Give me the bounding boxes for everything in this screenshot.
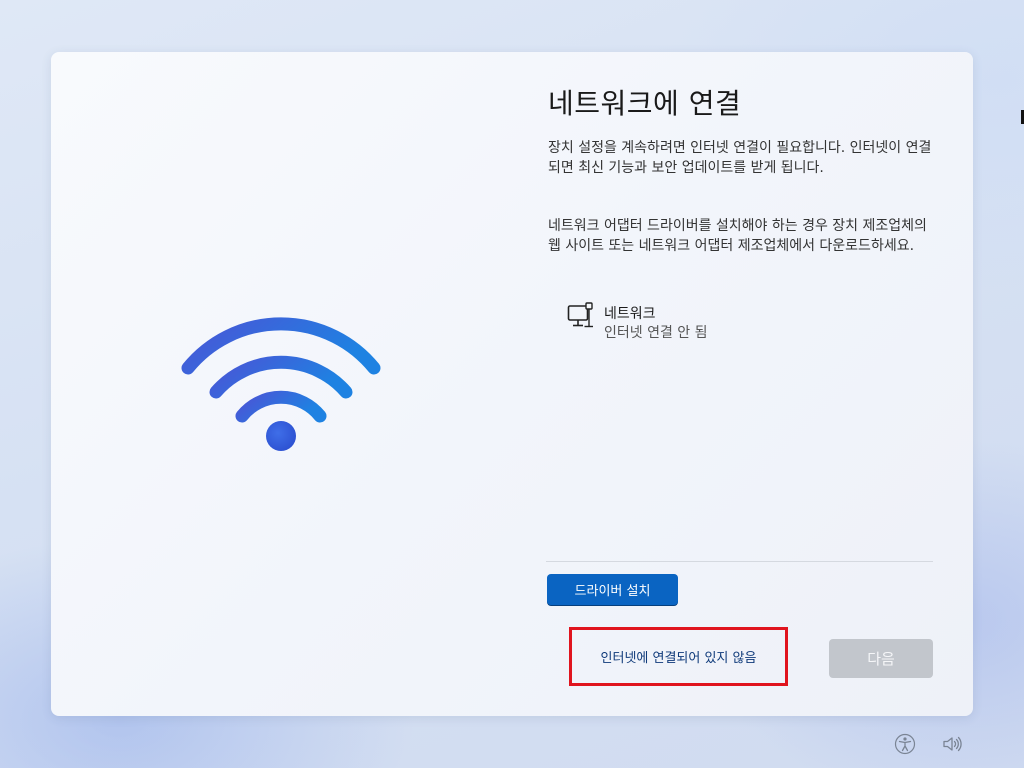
network-list-item: 네트워크 인터넷 연결 안 됨 [567, 302, 767, 344]
no-internet-link[interactable]: 인터넷에 연결되어 있지 않음 [569, 627, 788, 686]
page-title: 네트워크에 연결 [548, 87, 742, 120]
divider [546, 561, 933, 562]
no-internet-link-label: 인터넷에 연결되어 있지 않음 [600, 651, 757, 666]
description-internet-required: 장치 설정을 계속하려면 인터넷 연결이 필요합니다. 인터넷이 연결되면 최신… [548, 140, 932, 176]
install-driver-button[interactable]: 드라이버 설치 [547, 574, 678, 605]
accessibility-icon[interactable] [894, 733, 916, 755]
wifi-icon [181, 317, 381, 451]
volume-icon[interactable] [941, 733, 963, 755]
network-name: 네트워크 [604, 306, 656, 322]
setup-card: 네트워크에 연결 장치 설정을 계속하려면 인터넷 연결이 필요합니다. 인터넷… [51, 52, 973, 716]
wired-network-icon [567, 302, 593, 328]
description-driver-info: 네트워크 어댑터 드라이버를 설치해야 하는 경우 장치 제조업체의 웹 사이트… [548, 218, 927, 254]
network-status: 인터넷 연결 안 됨 [604, 325, 708, 341]
next-button[interactable]: 다음 [829, 639, 933, 678]
